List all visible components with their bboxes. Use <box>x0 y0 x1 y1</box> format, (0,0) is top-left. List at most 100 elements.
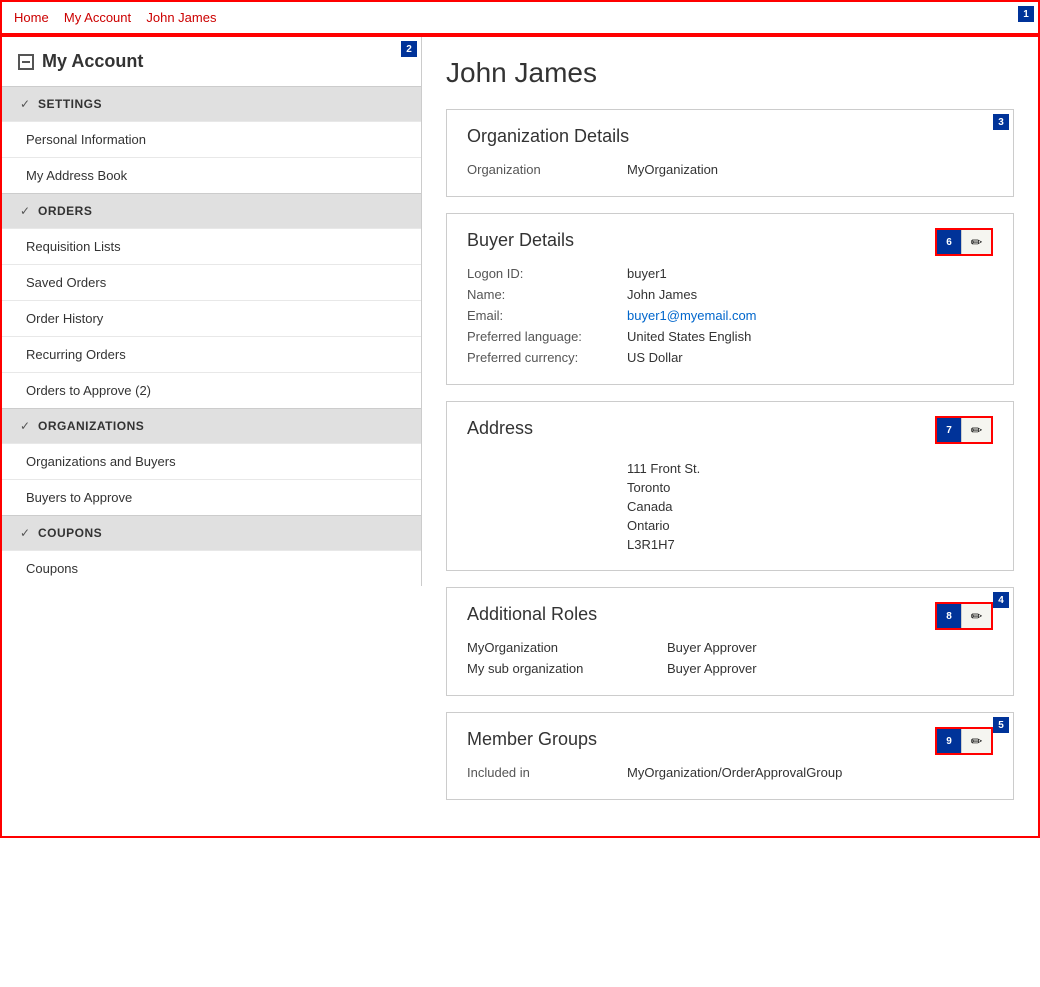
breadcrumb: Home My Account John James 1 <box>0 0 1040 35</box>
roles-row-1: MyOrganization Buyer Approver <box>467 637 993 658</box>
sidebar-title: My Account <box>42 51 143 72</box>
address-line-4: Ontario <box>627 516 993 535</box>
org-details-title: Organization Details <box>467 126 993 147</box>
orders-chevron: ✓ <box>18 204 32 218</box>
buyer-lang-value: United States English <box>627 329 751 344</box>
roles-edit-group[interactable]: 8 ✏ <box>935 602 993 630</box>
collapse-icon[interactable] <box>18 54 34 70</box>
address-title: Address <box>467 418 993 439</box>
org-value: MyOrganization <box>627 162 718 177</box>
main-layout: 2 My Account ✓ SETTINGS Personal Informa… <box>0 35 1040 838</box>
buyer-email-row: Email: buyer1@myemail.com <box>467 305 993 326</box>
buyer-lang-label: Preferred language: <box>467 329 627 344</box>
breadcrumb-badge: 1 <box>1018 6 1034 22</box>
address-line-1: 111 Front St. <box>627 459 993 478</box>
buyer-currency-row: Preferred currency: US Dollar <box>467 347 993 368</box>
address-edit-button[interactable]: ✏ <box>961 418 991 442</box>
sidebar-item-coupons[interactable]: Coupons <box>2 550 421 586</box>
orders-header[interactable]: ✓ ORDERS <box>2 194 421 228</box>
org-details-card: 3 Organization Details Organization MyOr… <box>446 109 1014 197</box>
member-edit-button[interactable]: ✏ <box>961 729 991 753</box>
buyer-email-value[interactable]: buyer1@myemail.com <box>627 308 757 323</box>
organizations-header[interactable]: ✓ ORGANIZATIONS <box>2 409 421 443</box>
roles-role-1: Buyer Approver <box>667 640 757 655</box>
buyer-currency-label: Preferred currency: <box>467 350 627 365</box>
orders-items: Requisition Lists Saved Orders Order His… <box>2 228 421 408</box>
section-organizations: ✓ ORGANIZATIONS Organizations and Buyers… <box>2 408 421 515</box>
coupons-chevron: ✓ <box>18 526 32 540</box>
sidebar-item-requisition-lists[interactable]: Requisition Lists <box>2 228 421 264</box>
member-groups-title: Member Groups <box>467 729 993 750</box>
member-included-row: Included in MyOrganization/OrderApproval… <box>467 762 993 783</box>
organizations-label: ORGANIZATIONS <box>38 419 144 433</box>
buyer-name-value: John James <box>627 287 697 302</box>
organizations-items: Organizations and Buyers Buyers to Appro… <box>2 443 421 515</box>
address-block: 111 Front St. Toronto Canada Ontario L3R… <box>467 451 993 554</box>
member-groups-badge: 5 <box>993 717 1009 733</box>
buyer-edit-group[interactable]: 6 ✏ <box>935 228 993 256</box>
address-card: Address 7 ✏ 111 Front St. Toronto Canada… <box>446 401 1014 571</box>
address-edit-group[interactable]: 7 ✏ <box>935 416 993 444</box>
buyer-currency-value: US Dollar <box>627 350 683 365</box>
breadcrumb-sep-2 <box>135 10 142 25</box>
additional-roles-badge: 4 <box>993 592 1009 608</box>
sidebar-item-recurring-orders[interactable]: Recurring Orders <box>2 336 421 372</box>
roles-edit-badge: 8 <box>937 604 961 628</box>
buyer-email-label: Email: <box>467 308 627 323</box>
breadcrumb-home[interactable]: Home <box>14 10 49 25</box>
settings-chevron: ✓ <box>18 97 32 111</box>
page-title: John James <box>446 57 1014 89</box>
sidebar-item-buyers-to-approve[interactable]: Buyers to Approve <box>2 479 421 515</box>
roles-org-2: My sub organization <box>467 661 667 676</box>
address-line-2: Toronto <box>627 478 993 497</box>
settings-items: Personal Information My Address Book <box>2 121 421 193</box>
buyer-edit-badge: 6 <box>937 230 961 254</box>
sidebar-header: My Account <box>2 37 421 86</box>
roles-edit-button[interactable]: ✏ <box>961 604 991 628</box>
member-edit-badge: 9 <box>937 729 961 753</box>
sidebar-item-saved-orders[interactable]: Saved Orders <box>2 264 421 300</box>
address-edit-badge: 7 <box>937 418 961 442</box>
orders-label: ORDERS <box>38 204 92 218</box>
settings-header[interactable]: ✓ SETTINGS <box>2 87 421 121</box>
additional-roles-card: 4 Additional Roles 8 ✏ MyOrganization Bu… <box>446 587 1014 696</box>
buyer-logon-value: buyer1 <box>627 266 667 281</box>
member-included-value: MyOrganization/OrderApprovalGroup <box>627 765 842 780</box>
roles-row-2: My sub organization Buyer Approver <box>467 658 993 679</box>
roles-role-2: Buyer Approver <box>667 661 757 676</box>
buyer-details-card: Buyer Details 6 ✏ Logon ID: buyer1 Name:… <box>446 213 1014 385</box>
buyer-edit-button[interactable]: ✏ <box>961 230 991 254</box>
buyer-name-row: Name: John James <box>467 284 993 305</box>
section-coupons: ✓ COUPONS Coupons <box>2 515 421 586</box>
buyer-logon-row: Logon ID: buyer1 <box>467 263 993 284</box>
address-line-3: Canada <box>627 497 993 516</box>
main-content: John James 3 Organization Details Organi… <box>422 37 1038 836</box>
section-settings: ✓ SETTINGS Personal Information My Addre… <box>2 86 421 193</box>
roles-org-1: MyOrganization <box>467 640 667 655</box>
section-orders: ✓ ORDERS Requisition Lists Saved Orders … <box>2 193 421 408</box>
coupons-items: Coupons <box>2 550 421 586</box>
sidebar-item-order-history[interactable]: Order History <box>2 300 421 336</box>
org-details-badge: 3 <box>993 114 1009 130</box>
sidebar-item-personal-info[interactable]: Personal Information <box>2 121 421 157</box>
member-edit-group[interactable]: 9 ✏ <box>935 727 993 755</box>
additional-roles-title: Additional Roles <box>467 604 993 625</box>
sidebar-item-orders-to-approve[interactable]: Orders to Approve (2) <box>2 372 421 408</box>
member-included-label: Included in <box>467 765 627 780</box>
sidebar-item-organizations-buyers[interactable]: Organizations and Buyers <box>2 443 421 479</box>
buyer-logon-label: Logon ID: <box>467 266 627 281</box>
address-line-5: L3R1H7 <box>627 535 993 554</box>
buyer-lang-row: Preferred language: United States Englis… <box>467 326 993 347</box>
organizations-chevron: ✓ <box>18 419 32 433</box>
breadcrumb-john-james[interactable]: John James <box>146 10 216 25</box>
org-label: Organization <box>467 162 627 177</box>
org-info-row: Organization MyOrganization <box>467 159 993 180</box>
sidebar-badge: 2 <box>401 41 417 57</box>
settings-label: SETTINGS <box>38 97 102 111</box>
sidebar-item-address-book[interactable]: My Address Book <box>2 157 421 193</box>
buyer-details-title: Buyer Details <box>467 230 993 251</box>
member-groups-card: 5 Member Groups 9 ✏ Included in MyOrgani… <box>446 712 1014 800</box>
breadcrumb-my-account[interactable]: My Account <box>64 10 131 25</box>
buyer-name-label: Name: <box>467 287 627 302</box>
coupons-header[interactable]: ✓ COUPONS <box>2 516 421 550</box>
